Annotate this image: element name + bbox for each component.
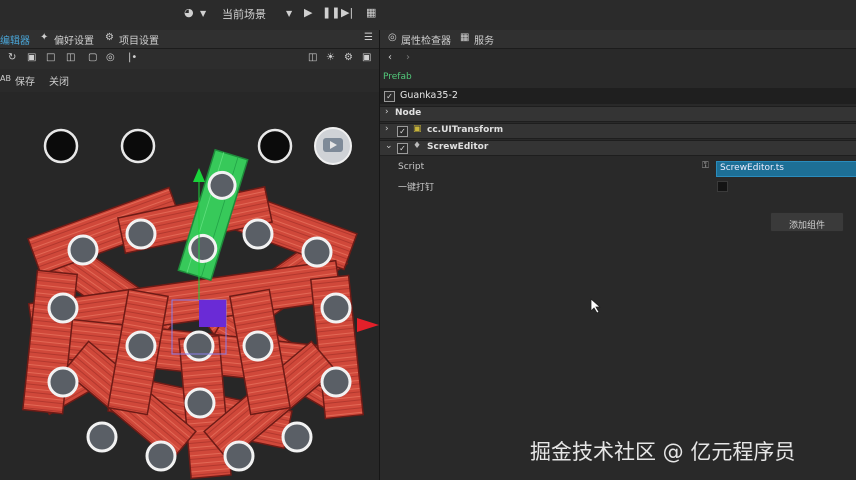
- gear-icon[interactable]: ⚙: [105, 32, 114, 43]
- chevron-right-icon: ›: [385, 124, 389, 134]
- tab-services[interactable]: 服务: [474, 32, 494, 47]
- prop-row-script: Script ⚿ ScrewEditor.ts: [380, 160, 856, 177]
- screw[interactable]: [47, 366, 79, 398]
- camera-icon[interactable]: ▣: [362, 52, 371, 63]
- prefab-actions: AB 保存 关闭: [0, 70, 379, 90]
- scale-tool-icon[interactable]: ▣: [27, 52, 36, 63]
- services-icon: ▦: [460, 32, 470, 43]
- screw[interactable]: [183, 330, 215, 362]
- node-section-label: Node: [395, 108, 422, 118]
- top-toolbar: ◕ ▼ 当前场景 ▼ ▶ ❚❚ ▶| ▦: [0, 0, 856, 31]
- chevron-down-icon[interactable]: ▼: [200, 9, 206, 18]
- screw[interactable]: [301, 236, 333, 268]
- chevron-right-icon: ›: [385, 107, 389, 117]
- scene-chevron-icon[interactable]: ▼: [286, 9, 292, 18]
- screweditor-enabled-checkbox[interactable]: ✓: [397, 143, 408, 154]
- puzzle-icon: ♦: [413, 141, 422, 151]
- screw[interactable]: [320, 366, 352, 398]
- prefab-label: Prefab: [383, 72, 412, 82]
- nav-row: ‹ ›: [380, 50, 856, 68]
- grid-icon[interactable]: ▦: [366, 6, 376, 19]
- back-icon[interactable]: ‹: [388, 52, 392, 63]
- screw[interactable]: [145, 440, 177, 472]
- screw[interactable]: [86, 421, 118, 453]
- level-canvas[interactable]: [0, 92, 379, 480]
- view-settings-icon[interactable]: ⚙: [344, 52, 353, 63]
- close-button[interactable]: 关闭: [49, 73, 69, 88]
- prop-label: Script: [398, 162, 425, 172]
- screw[interactable]: [125, 218, 157, 250]
- node-name-row: ✓ Guanka35-2: [380, 88, 856, 104]
- screw[interactable]: [242, 330, 274, 362]
- component-screweditor[interactable]: ⌄ ✓ ♦ ScrewEditor: [380, 140, 856, 156]
- script-field[interactable]: ScrewEditor.ts: [716, 161, 856, 177]
- align-icon[interactable]: |•: [128, 52, 137, 63]
- wrench-icon[interactable]: ✦: [40, 32, 48, 43]
- tab-preferences[interactable]: 偏好设置: [54, 32, 94, 47]
- tab-scene-editor[interactable]: 编辑器: [0, 32, 30, 47]
- step-icon[interactable]: ▶|: [341, 6, 353, 19]
- inspector-icon: ◎: [388, 32, 397, 43]
- add-component-label: 添加组件: [788, 221, 825, 231]
- prefab-prefix: AB: [0, 74, 11, 83]
- menu-icon[interactable]: ☰: [364, 32, 373, 43]
- screweditor-label: ScrewEditor: [427, 142, 489, 152]
- scene-viewport[interactable]: [0, 92, 379, 480]
- prop-label: 一键打钉: [398, 183, 435, 193]
- rect-tool-icon[interactable]: □: [46, 52, 55, 63]
- chevron-down-icon: ⌄: [385, 141, 393, 151]
- tab-project-settings[interactable]: 项目设置: [119, 32, 159, 47]
- screw[interactable]: [125, 330, 157, 362]
- screw[interactable]: [281, 421, 313, 453]
- screw[interactable]: [47, 292, 79, 324]
- video-hole-icon[interactable]: [314, 127, 352, 165]
- lock-icon: ⚿: [702, 161, 709, 171]
- run-icon[interactable]: ◕: [184, 6, 194, 19]
- script-value: ScrewEditor.ts: [720, 163, 784, 173]
- empty-hole[interactable]: [120, 128, 156, 164]
- save-button[interactable]: 保存: [15, 73, 35, 88]
- scene-toolbar: ↻ ▣ □ ◫ ▢ ◎ |• ◫ ☀ ⚙ ▣: [0, 49, 379, 69]
- tab-inspector[interactable]: 属性检查器: [401, 32, 451, 47]
- node-section[interactable]: › Node: [380, 106, 856, 122]
- add-component-button[interactable]: 添加组件: [770, 212, 844, 232]
- scene-select[interactable]: 当前场景: [222, 6, 266, 22]
- left-tabbar: 编辑器 ✦ 偏好设置 ⚙ 项目设置 ☰: [0, 30, 379, 49]
- inspector-panel: ◎ 属性检查器 ▦ 服务 ‹ › Prefab ✓ Guanka35-2 › N…: [380, 30, 856, 480]
- screw[interactable]: [184, 387, 216, 419]
- component-uitransform[interactable]: › ✓ ▣ cc.UITransform: [380, 123, 856, 139]
- scene-editor-panel: 编辑器 ✦ 偏好设置 ⚙ 项目设置 ☰ ↻ ▣ □ ◫ ▢ ◎ |• ◫ ☀ ⚙…: [0, 30, 380, 480]
- right-tabbar: ◎ 属性检查器 ▦ 服务: [380, 30, 856, 49]
- uitransform-enabled-checkbox[interactable]: ✓: [397, 126, 408, 137]
- lighting-icon[interactable]: ☀: [326, 52, 335, 63]
- node-active-checkbox[interactable]: ✓: [384, 91, 395, 102]
- screw[interactable]: [67, 234, 99, 266]
- transform-tool-icon[interactable]: ◫: [66, 52, 75, 63]
- empty-hole[interactable]: [43, 128, 79, 164]
- rotate-tool-icon[interactable]: ↻: [8, 52, 16, 63]
- snap-icon[interactable]: ◎: [106, 52, 115, 63]
- prop-row-one-click-nail: 一键打钉: [380, 178, 856, 194]
- 2d-toggle-icon[interactable]: ◫: [308, 52, 317, 63]
- play-icon[interactable]: ▶: [304, 6, 312, 19]
- node-name-field[interactable]: Guanka35-2: [400, 90, 458, 101]
- rect-select-icon[interactable]: ▢: [88, 52, 97, 63]
- one-click-nail-checkbox[interactable]: [717, 181, 728, 192]
- screw[interactable]: [242, 218, 274, 250]
- uitransform-label: cc.UITransform: [427, 125, 504, 135]
- forward-icon[interactable]: ›: [406, 52, 410, 63]
- pause-icon[interactable]: ❚❚: [322, 6, 340, 19]
- screw[interactable]: [320, 292, 352, 324]
- watermark-text: 掘金技术社区 @ 亿元程序员: [530, 440, 796, 464]
- transform-icon: ▣: [413, 124, 422, 134]
- empty-hole[interactable]: [257, 128, 293, 164]
- prefab-row: Prefab: [380, 72, 856, 86]
- screw[interactable]: [223, 440, 255, 472]
- cursor-icon: [590, 298, 602, 314]
